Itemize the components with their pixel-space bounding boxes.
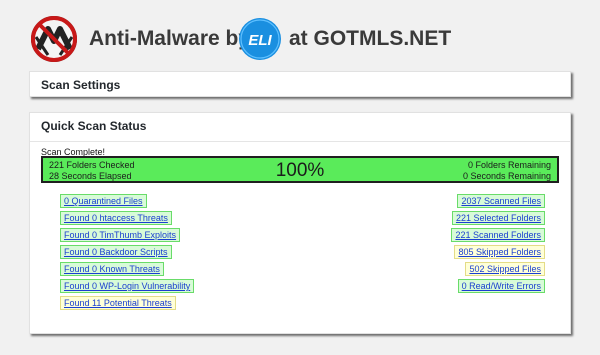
panel-divider xyxy=(30,141,570,142)
scanned-folders-link[interactable]: 221 Scanned Folders xyxy=(451,228,545,242)
quick-scan-status-title[interactable]: Quick Scan Status xyxy=(41,119,146,133)
skipped-folders-link[interactable]: 805 Skipped Folders xyxy=(454,245,545,259)
folders-remaining: 0 Folders Remaining xyxy=(467,160,551,170)
known-threats-link[interactable]: Found 0 Known Threats xyxy=(60,262,164,276)
gotmls-logo-icon xyxy=(31,16,77,62)
scan-progress-bar: 221 Folders Checked 28 Seconds Elapsed 1… xyxy=(41,156,559,183)
wp-login-vulnerability-link[interactable]: Found 0 WP-Login Vulnerability xyxy=(60,279,195,293)
selected-folders-link[interactable]: 221 Selected Folders xyxy=(451,211,545,225)
title-prefix: Anti-Malware by xyxy=(89,27,251,50)
eli-logo-icon: ELI xyxy=(239,18,281,60)
title-suffix: at GOTMLS.NET xyxy=(289,27,452,50)
skipped-files-link[interactable]: 502 Skipped Files xyxy=(465,262,545,276)
timthumb-exploits-link[interactable]: Found 0 TimThumb Exploits xyxy=(60,228,181,242)
quick-scan-status-panel: Quick Scan Status Scan Complete! 221 Fol… xyxy=(29,112,571,334)
scan-settings-panel[interactable]: Scan Settings xyxy=(29,71,571,97)
scan-settings-title[interactable]: Scan Settings xyxy=(41,78,120,92)
scanned-files-link[interactable]: 2037 Scanned Files xyxy=(457,194,545,208)
quarantined-files-link[interactable]: 0 Quarantined Files xyxy=(60,194,147,208)
potential-threats-link[interactable]: Found 11 Potential Threats xyxy=(60,296,176,310)
page-header: Anti-Malware by ELI at GOTMLS.NET xyxy=(0,0,600,70)
read-write-errors-link[interactable]: 0 Read/Write Errors xyxy=(457,279,545,293)
backdoor-scripts-link[interactable]: Found 0 Backdoor Scripts xyxy=(60,245,172,259)
seconds-remaining: 0 Seconds Remaining xyxy=(462,171,551,181)
eli-logo-text: ELI xyxy=(248,32,272,49)
htaccess-threats-link[interactable]: Found 0 htaccess Threats xyxy=(60,211,172,225)
